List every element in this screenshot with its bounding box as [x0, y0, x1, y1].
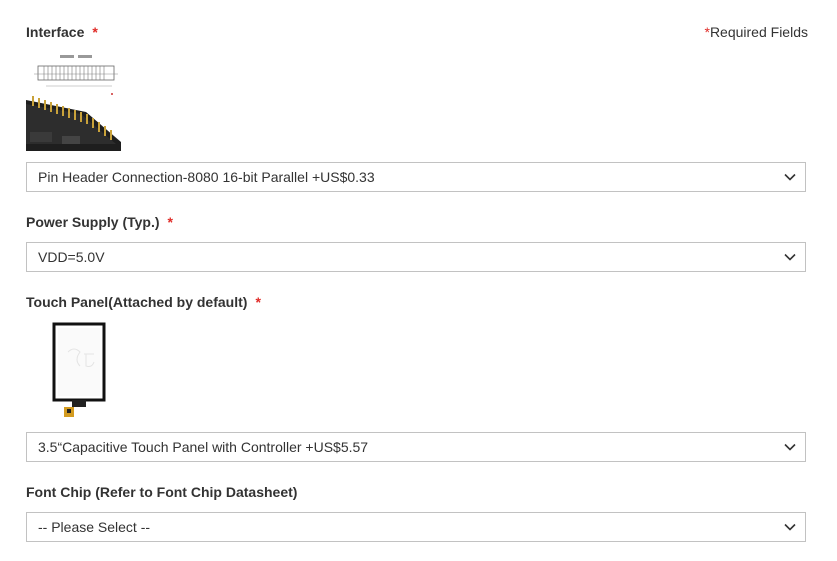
power-supply-select[interactable]: VDD=5.0V [26, 242, 806, 272]
chevron-down-icon [775, 513, 805, 541]
font-chip-label: Font Chip (Refer to Font Chip Datasheet) [26, 484, 297, 500]
power-supply-label-text: Power Supply (Typ.) [26, 214, 160, 230]
interface-select-value: Pin Header Connection-8080 16-bit Parall… [38, 169, 375, 185]
touch-panel-image [26, 320, 126, 427]
power-supply-select-value: VDD=5.0V [38, 249, 105, 265]
touch-panel-label: Touch Panel(Attached by default) * [26, 294, 261, 310]
chevron-down-icon [775, 433, 805, 461]
interface-image [26, 52, 121, 156]
pin-header-board-image [26, 52, 121, 151]
required-asterisk: * [255, 294, 261, 310]
font-chip-select[interactable]: -- Please Select -- [26, 512, 806, 542]
capacitive-touch-panel-image [26, 320, 126, 422]
chevron-down-icon [775, 243, 805, 271]
touch-panel-select-value: 3.5“Capacitive Touch Panel with Controll… [38, 439, 369, 455]
required-fields-note: *Required Fields [704, 24, 808, 40]
required-fields-text: Required Fields [709, 24, 808, 40]
required-asterisk: * [92, 24, 98, 40]
interface-label: Interface * [26, 24, 98, 40]
touch-panel-select[interactable]: 3.5“Capacitive Touch Panel with Controll… [26, 432, 806, 462]
font-chip-select-value: -- Please Select -- [38, 519, 151, 535]
touch-panel-label-text: Touch Panel(Attached by default) [26, 294, 248, 310]
font-chip-label-text: Font Chip (Refer to Font Chip Datasheet) [26, 484, 298, 500]
power-supply-label: Power Supply (Typ.) * [26, 214, 173, 230]
required-asterisk: * [167, 214, 173, 230]
chevron-down-icon [775, 163, 805, 191]
interface-label-text: Interface [26, 24, 85, 40]
interface-select[interactable]: Pin Header Connection-8080 16-bit Parall… [26, 162, 806, 192]
